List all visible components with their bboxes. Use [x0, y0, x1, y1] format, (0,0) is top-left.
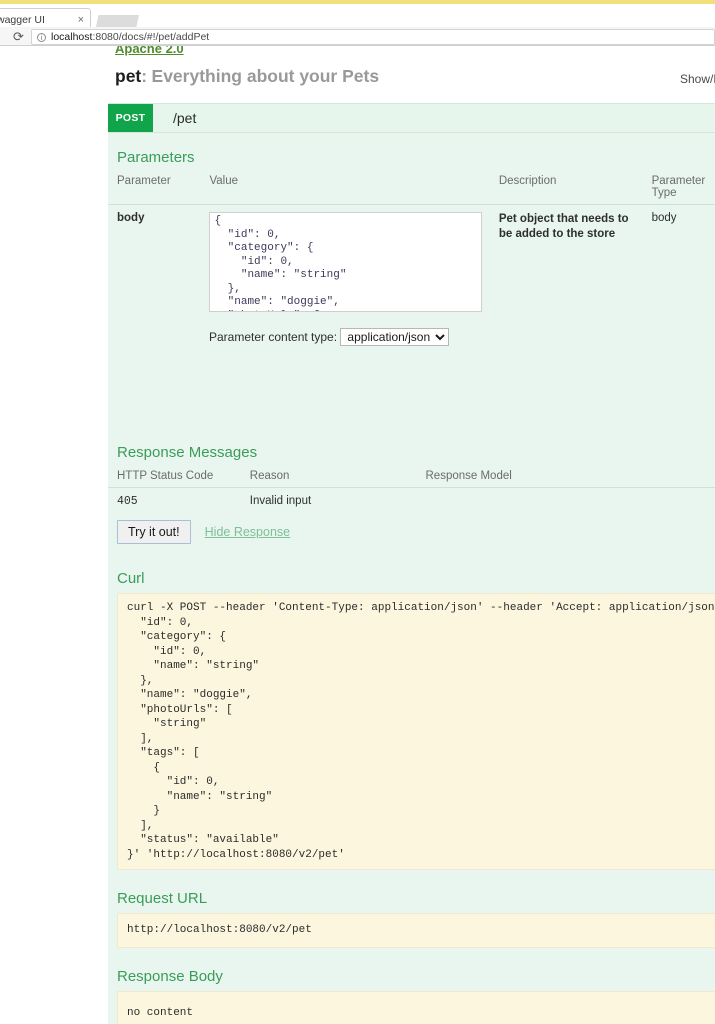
col-header-parameter-type: Parameter Type	[642, 172, 715, 205]
content-type-label: Parameter content type:	[209, 330, 338, 344]
parameters-table: Parameter Value Description Parameter Ty…	[108, 172, 715, 322]
col-header-parameter: Parameter	[108, 172, 201, 205]
address-bar[interactable]: i localhost:8080/docs/#!/pet/addPet	[31, 29, 715, 45]
address-bar-host: localhost	[51, 31, 93, 43]
content-type-row: Parameter content type: application/json	[108, 322, 715, 358]
col-header-description: Description	[489, 172, 643, 205]
operation-path: /pet	[173, 110, 197, 126]
http-method-badge: POST	[108, 104, 153, 132]
request-url-value: http://localhost:8080/v2/pet	[117, 913, 715, 948]
body-parameter-textarea[interactable]: { "id": 0, "category": { "id": 0, "name"…	[209, 212, 483, 312]
resource-separator: :	[141, 66, 148, 86]
response-messages-header-row: HTTP Status Code Reason Response Model	[108, 467, 715, 488]
col-header-status-code: HTTP Status Code	[108, 467, 241, 488]
parameters-header-row: Parameter Value Description Parameter Ty…	[108, 172, 715, 205]
parameter-name: body	[117, 212, 145, 224]
response-messages-table: HTTP Status Code Reason Response Model 4…	[108, 467, 715, 515]
page-viewport: Apache 2.0 pet: Everything about your Pe…	[0, 46, 715, 1024]
parameters-title: Parameters	[117, 149, 195, 166]
license-link[interactable]: Apache 2.0	[115, 46, 184, 56]
operation-header[interactable]: POST /pet	[108, 103, 715, 133]
parameters-spacer	[108, 358, 715, 428]
request-url-title: Request URL	[117, 890, 208, 907]
response-model	[417, 488, 715, 516]
parameter-type: body	[651, 212, 677, 224]
curl-title: Curl	[117, 570, 145, 587]
response-reason: Invalid input	[249, 495, 312, 507]
col-header-reason: Reason	[240, 467, 417, 488]
address-bar-url: localhost:8080/docs/#!/pet/addPet	[51, 31, 209, 43]
curl-command: curl -X POST --header 'Content-Type: app…	[117, 593, 715, 870]
col-header-value: Value	[200, 172, 490, 205]
response-body-title: Response Body	[117, 967, 223, 985]
address-bar-path: :8080/docs/#!/pet/addPet	[92, 31, 210, 43]
browser-tabstrip: wagger UI ×	[0, 4, 715, 31]
parameter-value-cell: { "id": 0, "category": { "id": 0, "name"…	[200, 205, 489, 323]
site-info-icon[interactable]: i	[37, 32, 46, 42]
resource-name[interactable]: pet	[115, 66, 141, 86]
parameter-description: Pet object that needs to be added to the…	[498, 213, 629, 240]
resource-description: Everything about your Pets	[151, 66, 380, 86]
response-messages-title: Response Messages	[117, 444, 258, 461]
try-it-out-button[interactable]: Try it out!	[117, 520, 191, 544]
hide-response-link[interactable]: Hide Response	[205, 525, 290, 539]
browser-tab-title: wagger UI	[0, 14, 45, 26]
table-row: 405 Invalid input	[108, 488, 715, 516]
resource-header: pet: Everything about your Pets Show/H	[115, 66, 715, 96]
reload-icon[interactable]: ⟳	[12, 30, 25, 43]
response-body-value: no content	[117, 990, 715, 1024]
action-row: Try it out! Hide Response	[108, 515, 715, 554]
operation-body: Parameters Parameter Value Description P…	[108, 133, 715, 1024]
table-row: body { "id": 0, "category": { "id": 0, "…	[108, 205, 715, 323]
browser-toolbar: ⟳ i localhost:8080/docs/#!/pet/addPet	[0, 27, 715, 46]
content-type-select[interactable]: application/json	[340, 328, 450, 346]
col-header-response-model: Response Model	[416, 467, 715, 488]
close-icon[interactable]: ×	[78, 14, 84, 26]
show-hide-toggle[interactable]: Show/H	[680, 72, 715, 86]
browser-chrome: wagger UI × ⟳ i localhost:8080/docs/#!/p…	[0, 0, 715, 46]
operation-addpet: POST /pet Parameters Parameter Value Des…	[108, 103, 715, 1024]
response-status-code: 405	[117, 495, 138, 508]
